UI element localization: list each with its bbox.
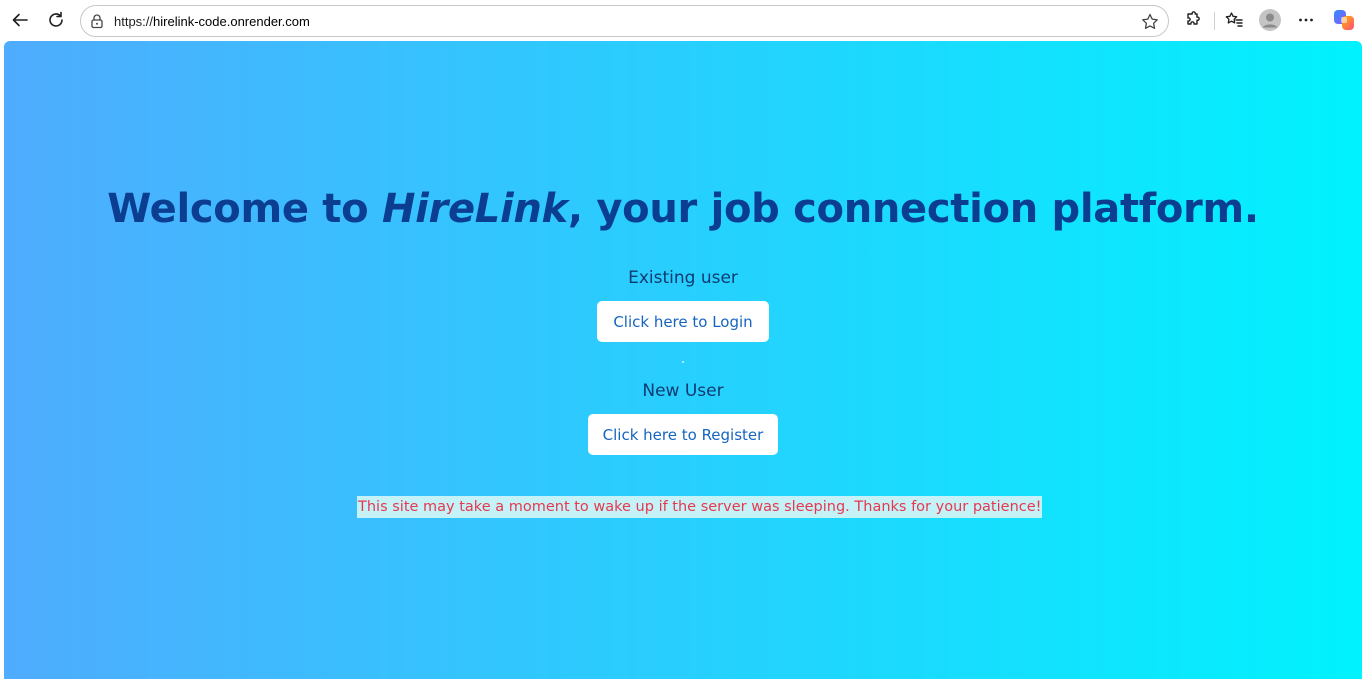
browser-toolbar: https://hirelink-code.onrender.com bbox=[0, 0, 1365, 41]
back-button[interactable] bbox=[6, 6, 34, 34]
extensions-button[interactable] bbox=[1179, 6, 1207, 34]
existing-user-label: Existing user bbox=[628, 268, 738, 288]
title-prefix: Welcome to bbox=[107, 186, 382, 232]
reload-button[interactable] bbox=[42, 6, 70, 34]
favorites-button[interactable] bbox=[1220, 6, 1248, 34]
page-title: Welcome to HireLink, your job connection… bbox=[4, 186, 1362, 232]
back-icon bbox=[12, 13, 28, 27]
divider-dot bbox=[682, 361, 684, 363]
server-wake-notice: This site may take a moment to wake up i… bbox=[357, 496, 1043, 518]
toolbar-divider bbox=[1214, 12, 1215, 30]
extensions-icon bbox=[1187, 11, 1200, 25]
address-bar[interactable]: https://hirelink-code.onrender.com bbox=[80, 5, 1169, 37]
login-button[interactable]: Click here to Login bbox=[597, 301, 769, 342]
more-icon bbox=[1299, 18, 1313, 22]
brand-name: HireLink bbox=[381, 186, 568, 232]
register-button[interactable]: Click here to Register bbox=[588, 414, 778, 455]
new-user-label: New User bbox=[642, 381, 724, 401]
star-icon[interactable] bbox=[1140, 12, 1160, 32]
lock-icon[interactable] bbox=[89, 13, 105, 29]
reload-icon bbox=[49, 11, 63, 27]
profile-avatar bbox=[1259, 9, 1281, 31]
page-viewport: Welcome to HireLink, your job connection… bbox=[4, 41, 1362, 679]
profile-button[interactable] bbox=[1256, 6, 1284, 34]
title-suffix: , your job connection platform. bbox=[567, 186, 1259, 232]
url-scheme: https:// bbox=[114, 14, 154, 29]
copilot-icon bbox=[1334, 10, 1354, 30]
more-button[interactable] bbox=[1292, 6, 1320, 34]
favorites-icon bbox=[1225, 12, 1243, 27]
url-domain: hirelink-code.onrender.com bbox=[153, 14, 310, 29]
url-text[interactable]: https://hirelink-code.onrender.com bbox=[114, 14, 310, 29]
copilot-button[interactable] bbox=[1330, 6, 1358, 34]
